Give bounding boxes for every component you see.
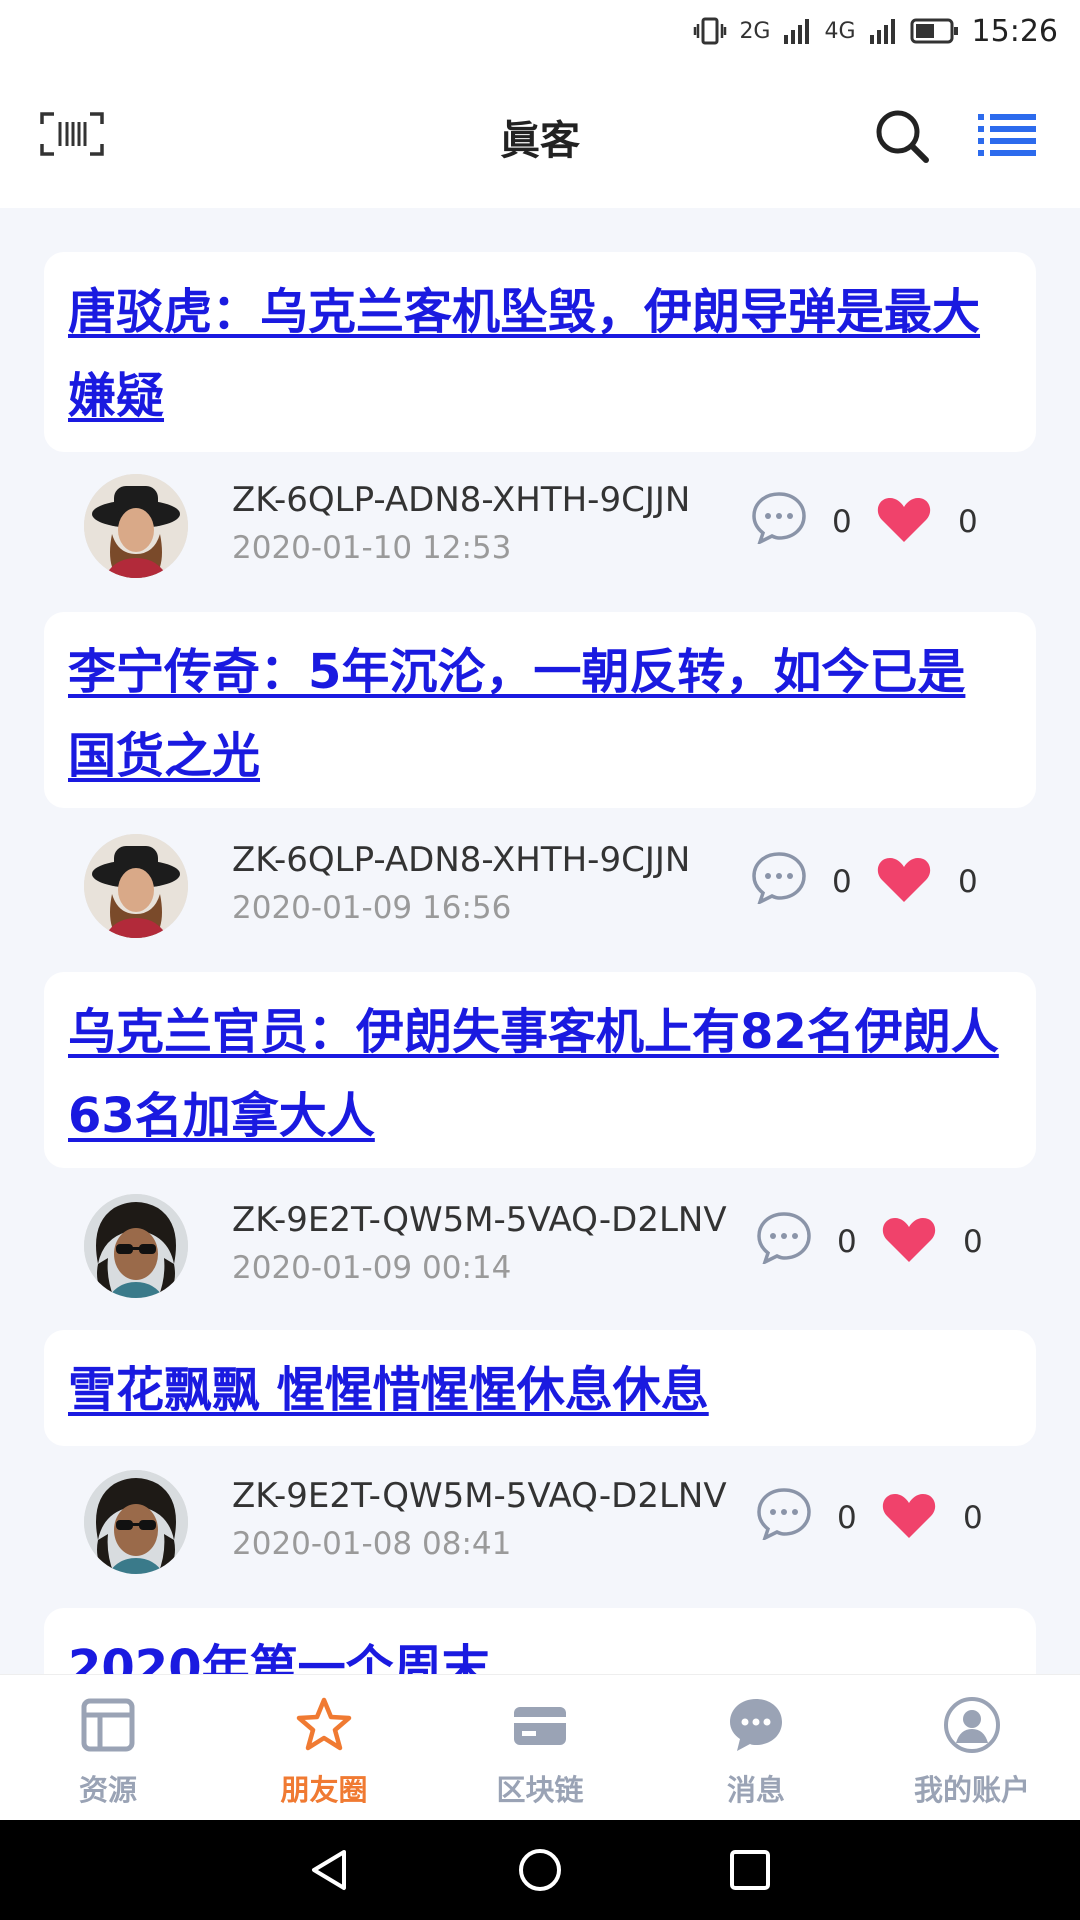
tab-moments[interactable]: 朋友圈 [216,1675,432,1821]
post-meta: ZK-9E2T-QW5M-5VAQ-D2LNV 2020-01-09 00:14… [0,1194,1080,1314]
post-date: 2020-01-09 00:14 [232,1250,512,1286]
tab-resources[interactable]: 资源 [0,1675,216,1821]
tab-my-account[interactable]: 我的账户 [864,1675,1080,1821]
system-nav-bar [0,1820,1080,1920]
chat-icon [730,1699,782,1751]
comment-icon[interactable] [750,850,808,904]
heart-icon[interactable] [881,1490,937,1540]
signal-icon [784,19,810,44]
tab-label: 区块链 [496,1773,584,1807]
home-icon[interactable] [516,1846,564,1894]
avatar[interactable] [84,474,188,578]
heart-icon[interactable] [876,854,932,904]
heart-icon[interactable] [881,1214,937,1264]
man-sunglasses-avatar-icon [84,1194,188,1298]
comment-count: 0 [837,1224,857,1260]
comment-icon[interactable] [755,1210,813,1264]
author-id: ZK-9E2T-QW5M-5VAQ-D2LNV [232,1476,727,1516]
like-count: 0 [958,504,978,540]
network-2g-label: 2G [739,18,771,44]
woman-hat-avatar-icon [84,474,188,578]
post-card[interactable]: 乌克兰官员：伊朗失事客机上有82名伊朗人 63名加拿大人 [44,972,1036,1168]
post-title-link[interactable]: 李宁传奇：5年沉沦，一朝反转，如今已是国货之光 [68,644,965,784]
post-meta: ZK-6QLP-ADN8-XHTH-9CJJN 2020-01-10 12:53… [0,474,1080,594]
post-date: 2020-01-10 12:53 [232,530,512,566]
vibrate-icon [694,17,727,45]
account-icon [944,1697,1000,1753]
post-title-link[interactable]: 唐驳虎：乌克兰客机坠毁，伊朗导弹是最大嫌疑 [68,284,980,424]
post-date: 2020-01-08 08:41 [232,1526,512,1562]
post-card[interactable]: 2020年第一个周末 [44,1608,1036,1674]
post-card[interactable]: 唐驳虎：乌克兰客机坠毁，伊朗导弹是最大嫌疑 [44,252,1036,452]
avatar[interactable] [84,834,188,938]
tab-label: 资源 [78,1773,137,1807]
comment-count: 0 [837,1500,857,1536]
post-card[interactable]: 雪花飘飘 惺惺惜惺惺休息休息 [44,1330,1036,1446]
post-feed[interactable]: 唐驳虎：乌克兰客机坠毁，伊朗导弹是最大嫌疑 ZK-6QLP-ADN8-XHTH-… [0,208,1080,1674]
comment-count: 0 [832,864,852,900]
post-title-link[interactable]: 雪花飘飘 惺惺惜惺惺休息休息 [68,1362,709,1418]
author-id: ZK-6QLP-ADN8-XHTH-9CJJN [232,480,691,520]
list-menu-icon[interactable] [978,112,1038,158]
man-sunglasses-avatar-icon [84,1470,188,1574]
signal-icon [869,19,895,44]
search-icon[interactable] [874,108,930,164]
tab-label: 我的账户 [913,1773,1030,1807]
avatar[interactable] [84,1194,188,1298]
layout-icon [81,1698,135,1752]
comment-icon[interactable] [755,1486,813,1540]
like-count: 0 [963,1500,983,1536]
tab-label: 朋友圈 [280,1773,368,1807]
woman-hat-avatar-icon [84,834,188,938]
comment-icon[interactable] [750,490,808,544]
author-id: ZK-6QLP-ADN8-XHTH-9CJJN [232,840,691,880]
back-icon[interactable] [306,1846,354,1894]
status-bar: 2G 4G 15:26 [0,0,1080,62]
post-title-link[interactable]: 乌克兰官员：伊朗失事客机上有82名伊朗人 63名加拿大人 [68,1004,999,1144]
like-count: 0 [963,1224,983,1260]
bottom-tab-bar: 资源 朋友圈 区块链 消息 我的账户 [0,1674,1080,1820]
post-title-link[interactable]: 2020年第一个周末 [68,1640,490,1674]
tab-blockchain[interactable]: 区块链 [432,1675,648,1821]
author-id: ZK-9E2T-QW5M-5VAQ-D2LNV [232,1200,727,1240]
battery-icon [910,18,958,44]
card-icon [514,1707,566,1745]
tab-messages[interactable]: 消息 [648,1675,864,1821]
avatar[interactable] [84,1470,188,1574]
tab-label: 消息 [726,1773,785,1807]
like-count: 0 [958,864,978,900]
post-meta: ZK-6QLP-ADN8-XHTH-9CJJN 2020-01-09 16:56… [0,834,1080,954]
comment-count: 0 [832,504,852,540]
app-header: 眞客 [0,62,1080,208]
recents-icon[interactable] [726,1846,774,1894]
network-4g-label: 4G [824,18,856,44]
post-date: 2020-01-09 16:56 [232,890,512,926]
star-icon [296,1697,352,1751]
post-card[interactable]: 李宁传奇：5年沉沦，一朝反转，如今已是国货之光 [44,612,1036,808]
clock: 15:26 [971,13,1058,49]
post-meta: ZK-9E2T-QW5M-5VAQ-D2LNV 2020-01-08 08:41… [0,1470,1080,1590]
heart-icon[interactable] [876,494,932,544]
